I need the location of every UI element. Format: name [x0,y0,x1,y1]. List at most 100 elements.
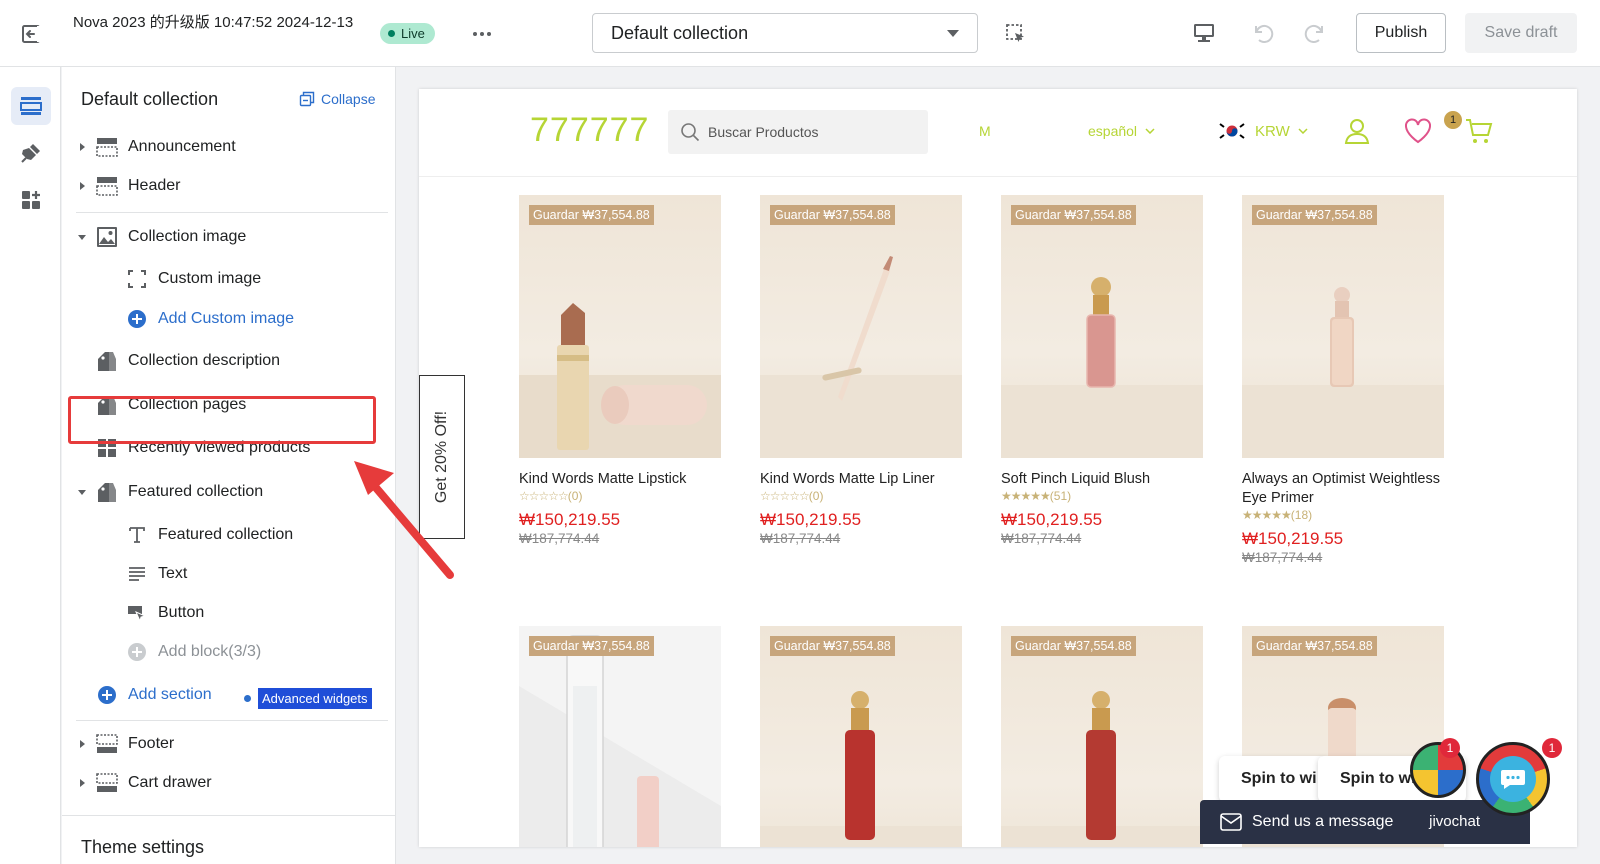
account-icon[interactable] [1341,115,1373,147]
divider [76,720,388,721]
theme-style-icon[interactable] [11,134,51,172]
chevron-right-icon [80,740,85,748]
section-featured-collection[interactable]: Featured collection [76,474,263,510]
product-image[interactable]: Guardar ₩37,554.88 [519,195,721,458]
review-count: (18) [1290,508,1313,522]
nav-item[interactable]: M [979,123,991,139]
product-image[interactable]: Guardar ₩37,554.88 [1242,195,1444,458]
sale-price: ₩150,219.55 [1001,510,1103,529]
store-header: 777777 Buscar Productos M español KRW 1 [419,89,1577,177]
product-card[interactable]: Guardar ₩37,554.88 Soft Pinch Liquid Blu… [1001,195,1203,548]
block-text[interactable]: Text [126,556,187,592]
advanced-widgets-label: Advanced widgets [258,688,372,709]
discount-tag: Guardar ₩37,554.88 [1011,636,1136,656]
undo-icon[interactable] [1248,20,1276,46]
apps-icon[interactable] [11,181,51,219]
add-custom-image-button[interactable]: Add Custom image [126,301,294,337]
product-card[interactable]: Guardar ₩37,554.88 Kind Words Matte Lip … [760,195,962,548]
section-cart-drawer[interactable]: Cart drawer [76,765,212,801]
currency-select[interactable]: KRW [1217,120,1308,142]
sections-sidebar: Default collection Collapse Announcement… [62,67,396,864]
section-recently-viewed[interactable]: Recently viewed products [96,430,310,466]
collapse-button[interactable]: Collapse [299,91,375,107]
stars-icon: ☆☆☆☆☆ [519,489,569,503]
language-select[interactable]: español [1088,123,1155,139]
button-cursor-icon [126,602,148,624]
product-name[interactable]: Kind Words Matte Lip Liner [760,470,962,489]
product-name[interactable]: Soft Pinch Liquid Blush [1001,470,1203,489]
product-name[interactable]: Kind Words Matte Lipstick [519,470,721,489]
discount-tag: Guardar ₩37,554.88 [770,636,895,656]
product-image[interactable]: Guardar ₩37,554.88 [1001,195,1203,458]
search-input[interactable]: Buscar Productos [668,110,928,154]
chat-notification-badge: 1 [1542,738,1562,758]
currency-label: KRW [1255,122,1290,140]
original-price: ₩187,774.44 [1242,550,1323,565]
block-custom-image[interactable]: Custom image [126,261,261,297]
template-select[interactable]: Default collection [592,13,978,53]
language-label: español [1088,123,1138,139]
wishlist-heart-icon[interactable] [1402,115,1434,147]
product-card[interactable]: Guardar ₩37,554.88 Always an Optimist We… [1242,195,1444,567]
section-header[interactable]: Header [76,168,180,204]
save-draft-button[interactable]: Save draft [1465,13,1577,53]
add-block-button[interactable]: Add block(3/3) [126,634,261,670]
stars-icon: ☆☆☆☆☆ [760,489,810,503]
inspector-icon[interactable] [1004,22,1028,46]
search-placeholder: Buscar Productos [708,124,819,140]
chevron-down-icon [78,235,86,240]
block-button[interactable]: Button [126,595,204,631]
rating-stars: ★★★★★(51) [1001,489,1203,504]
add-custom-image-label: Add Custom image [158,310,295,327]
send-message-bar[interactable]: Send us a message jivochat [1200,800,1530,844]
product-image[interactable]: Guardar ₩37,554.88 [519,626,721,847]
discount-side-tab[interactable]: Get 20% Off! [419,375,465,539]
advanced-widgets-link[interactable]: Advanced widgets [244,688,372,709]
lip-tint-image-icon [1001,691,1203,847]
block-featured-collection[interactable]: Featured collection [126,517,293,553]
product-card[interactable]: Guardar ₩37,554.88 [1001,626,1203,847]
theme-settings-button[interactable]: Theme settings [62,815,395,864]
product-card[interactable]: Guardar ₩37,554.88 [519,626,721,847]
product-name[interactable]: Always an Optimist Weightless Eye Primer [1242,470,1444,508]
chat-launcher-button[interactable] [1476,742,1550,816]
exit-icon[interactable] [20,22,44,46]
add-section-button[interactable]: Add section [96,677,212,713]
blush-bottle-image-icon [1001,277,1203,458]
cart-icon[interactable] [1463,115,1495,147]
store-logo[interactable]: 777777 [530,111,649,150]
dot-icon [244,695,251,702]
wishlist-count-badge: 1 [1444,111,1462,129]
add-section-label: Add section [128,686,212,703]
sections-icon[interactable] [11,87,51,125]
collection-tag-icon [96,394,118,416]
product-card[interactable]: Guardar ₩37,554.88 [760,626,962,847]
collapse-icon [299,91,315,107]
section-collection-image[interactable]: Collection image [76,219,246,255]
desktop-view-icon[interactable] [1191,21,1217,45]
publish-button[interactable]: Publish [1356,13,1446,53]
more-icon[interactable] [469,22,495,46]
section-announcement[interactable]: Announcement [76,129,236,165]
section-collection-description[interactable]: Collection description [96,343,280,379]
section-collection-pages[interactable]: Collection pages [96,387,246,423]
add-circle-icon [126,641,148,663]
product-card[interactable]: Guardar ₩37,554.88 Kind Words Matte Lips… [519,195,721,548]
chevron-down-icon [1145,128,1155,134]
product-image[interactable]: Guardar ₩37,554.88 [1001,626,1203,847]
spin-to-win-popup[interactable]: Spin to wi [1219,756,1327,802]
grid-icon [96,437,118,459]
sidebar-heading: Default collection [81,89,219,109]
section-footer[interactable]: Footer [76,726,174,762]
review-count: (0) [808,489,824,503]
live-label: Live [401,26,425,41]
product-image[interactable]: Guardar ₩37,554.88 [760,195,962,458]
chevron-down-icon [947,30,959,37]
product-image[interactable]: Guardar ₩37,554.88 [760,626,962,847]
lip-tint-image-icon [760,691,962,847]
review-count: (0) [567,489,583,503]
redo-icon[interactable] [1302,20,1330,46]
original-price: ₩187,774.44 [1001,531,1082,546]
send-message-label: Send us a message [1252,813,1394,830]
section-label: Footer [128,735,175,752]
